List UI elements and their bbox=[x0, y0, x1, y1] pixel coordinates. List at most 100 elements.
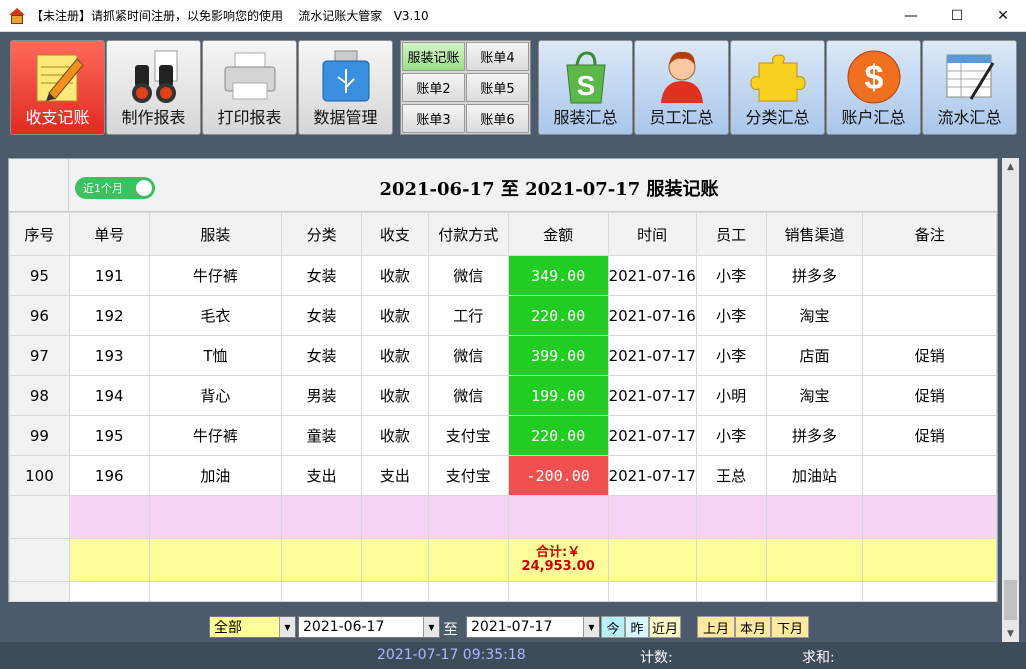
close-button[interactable]: ✕ bbox=[980, 0, 1026, 32]
ledger-3-button[interactable]: 账单3 bbox=[402, 104, 465, 133]
income-expense-button[interactable]: 收支记账 bbox=[10, 40, 105, 135]
table-row[interactable]: 98 194 背心 男装 收款 微信 199.00 2021-07-17 小明 … bbox=[9, 375, 997, 416]
account-summary-button[interactable]: $ 账户汇总 bbox=[826, 40, 921, 135]
cell-amount[interactable]: 220.00 bbox=[507, 415, 609, 456]
cell-staff[interactable]: 小李 bbox=[695, 335, 767, 376]
make-report-button[interactable]: 制作报表 bbox=[106, 40, 201, 135]
ledger-5-button[interactable]: 账单5 bbox=[466, 73, 529, 102]
cell-payment[interactable]: 微信 bbox=[427, 375, 509, 416]
scroll-up-icon[interactable]: ▲ bbox=[1002, 158, 1019, 175]
col-header-type[interactable]: 收支 bbox=[360, 212, 429, 256]
next-month-button[interactable]: 下月 bbox=[771, 616, 809, 638]
minimize-button[interactable]: — bbox=[888, 0, 934, 32]
cell-type[interactable]: 收款 bbox=[360, 375, 429, 416]
chevron-down-icon[interactable]: ▼ bbox=[423, 617, 439, 637]
cell-payment[interactable]: 工行 bbox=[427, 295, 509, 336]
cell-amount[interactable]: 220.00 bbox=[507, 295, 609, 336]
ledger-clothing-button[interactable]: 服装记账 bbox=[402, 42, 465, 71]
cell-payment[interactable]: 微信 bbox=[427, 335, 509, 376]
cell-channel[interactable]: 拼多多 bbox=[765, 415, 864, 456]
cell-category[interactable]: 女装 bbox=[281, 335, 362, 376]
today-button[interactable]: 今 bbox=[601, 616, 625, 638]
cell-note[interactable] bbox=[862, 295, 997, 336]
cell-channel[interactable]: 店面 bbox=[765, 335, 864, 376]
cell-date[interactable]: 2021-07-17 bbox=[607, 415, 697, 456]
cell-amount[interactable] bbox=[507, 495, 609, 539]
vertical-scrollbar[interactable]: ▲ ▼ bbox=[1002, 158, 1019, 642]
cell-channel[interactable]: 拼多多 bbox=[765, 255, 864, 296]
chevron-down-icon[interactable]: ▼ bbox=[279, 617, 295, 637]
cell-order-no[interactable]: 192 bbox=[68, 295, 150, 336]
cell-item[interactable]: 牛仔裤 bbox=[148, 255, 283, 296]
cell-item[interactable] bbox=[148, 495, 283, 539]
cell-amount[interactable]: 399.00 bbox=[507, 335, 609, 376]
category-summary-button[interactable]: 分类汇总 bbox=[730, 40, 825, 135]
last-month-button[interactable]: 上月 bbox=[697, 616, 735, 638]
cell-order-no[interactable]: 191 bbox=[68, 255, 150, 296]
recent-month-toggle[interactable]: 近1个月 bbox=[75, 177, 155, 199]
table-row[interactable]: 95 191 牛仔裤 女装 收款 微信 349.00 2021-07-16 小李… bbox=[9, 255, 997, 296]
cell-date[interactable]: 2021-07-16 bbox=[607, 255, 697, 296]
cell-order-no[interactable] bbox=[68, 495, 150, 539]
cell-item[interactable]: 毛衣 bbox=[148, 295, 283, 336]
recent-month-button[interactable]: 近月 bbox=[649, 616, 681, 638]
cell-note[interactable]: 促销 bbox=[862, 375, 997, 416]
cell-type[interactable]: 收款 bbox=[360, 335, 429, 376]
cell-note[interactable]: 促销 bbox=[862, 335, 997, 376]
cell-order-no[interactable]: 193 bbox=[68, 335, 150, 376]
cell-date[interactable]: 2021-07-17 bbox=[607, 455, 697, 496]
cell-category[interactable]: 支出 bbox=[281, 455, 362, 496]
this-month-button[interactable]: 本月 bbox=[735, 616, 771, 638]
cell-order-no[interactable]: 196 bbox=[68, 455, 150, 496]
print-report-button[interactable]: 打印报表 bbox=[202, 40, 297, 135]
cell-staff[interactable]: 小李 bbox=[695, 415, 767, 456]
cell-type[interactable]: 收款 bbox=[360, 295, 429, 336]
ledger-2-button[interactable]: 账单2 bbox=[402, 73, 465, 102]
yesterday-button[interactable]: 昨 bbox=[625, 616, 649, 638]
cell-staff[interactable]: 小李 bbox=[695, 255, 767, 296]
ledger-6-button[interactable]: 账单6 bbox=[466, 104, 529, 133]
cell-date[interactable] bbox=[607, 495, 697, 539]
chevron-down-icon[interactable]: ▼ bbox=[583, 617, 599, 637]
date-to-picker[interactable]: 2021-07-17 ▼ bbox=[466, 616, 600, 638]
cell-staff[interactable]: 小明 bbox=[695, 375, 767, 416]
cell-staff[interactable] bbox=[695, 495, 767, 539]
col-header-item[interactable]: 服装 bbox=[148, 212, 283, 256]
table-row[interactable]: 99 195 牛仔裤 童装 收款 支付宝 220.00 2021-07-17 小… bbox=[9, 415, 997, 456]
cell-date[interactable]: 2021-07-17 bbox=[607, 335, 697, 376]
cell-type[interactable] bbox=[360, 495, 429, 539]
cell-note[interactable]: 促销 bbox=[862, 415, 997, 456]
col-header-staff[interactable]: 员工 bbox=[695, 212, 767, 256]
cell-item[interactable]: 加油 bbox=[148, 455, 283, 496]
col-header-payment[interactable]: 付款方式 bbox=[427, 212, 509, 256]
clothing-summary-button[interactable]: S 服装汇总 bbox=[538, 40, 633, 135]
cell-order-no[interactable]: 194 bbox=[68, 375, 150, 416]
cell-item[interactable]: 牛仔裤 bbox=[148, 415, 283, 456]
cell-amount[interactable]: -200.00 bbox=[507, 455, 609, 496]
cell-amount[interactable]: 349.00 bbox=[507, 255, 609, 296]
cell-category[interactable]: 童装 bbox=[281, 415, 362, 456]
cell-note[interactable] bbox=[862, 255, 997, 296]
cell-payment[interactable]: 支付宝 bbox=[427, 415, 509, 456]
col-header-date[interactable]: 时间 bbox=[607, 212, 697, 256]
cell-category[interactable] bbox=[281, 495, 362, 539]
col-header-channel[interactable]: 销售渠道 bbox=[765, 212, 864, 256]
cell-channel[interactable]: 加油站 bbox=[765, 455, 864, 496]
new-entry-row[interactable] bbox=[9, 495, 997, 539]
cell-payment[interactable] bbox=[427, 495, 509, 539]
cell-note[interactable] bbox=[862, 495, 997, 539]
cell-date[interactable]: 2021-07-17 bbox=[607, 375, 697, 416]
cell-item[interactable]: 背心 bbox=[148, 375, 283, 416]
cell-type[interactable]: 收款 bbox=[360, 415, 429, 456]
cell-payment[interactable]: 微信 bbox=[427, 255, 509, 296]
col-header-order-no[interactable]: 单号 bbox=[68, 212, 150, 256]
table-row[interactable]: 100 196 加油 支出 支出 支付宝 -200.00 2021-07-17 … bbox=[9, 455, 997, 496]
cell-category[interactable]: 男装 bbox=[281, 375, 362, 416]
cell-payment[interactable]: 支付宝 bbox=[427, 455, 509, 496]
date-from-picker[interactable]: 2021-06-17 ▼ bbox=[298, 616, 440, 638]
scope-select[interactable]: 全部 ▼ bbox=[209, 616, 296, 638]
cell-date[interactable]: 2021-07-16 bbox=[607, 295, 697, 336]
cell-channel[interactable]: 淘宝 bbox=[765, 375, 864, 416]
ledger-4-button[interactable]: 账单4 bbox=[466, 42, 529, 71]
data-management-button[interactable]: 数据管理 bbox=[298, 40, 393, 135]
